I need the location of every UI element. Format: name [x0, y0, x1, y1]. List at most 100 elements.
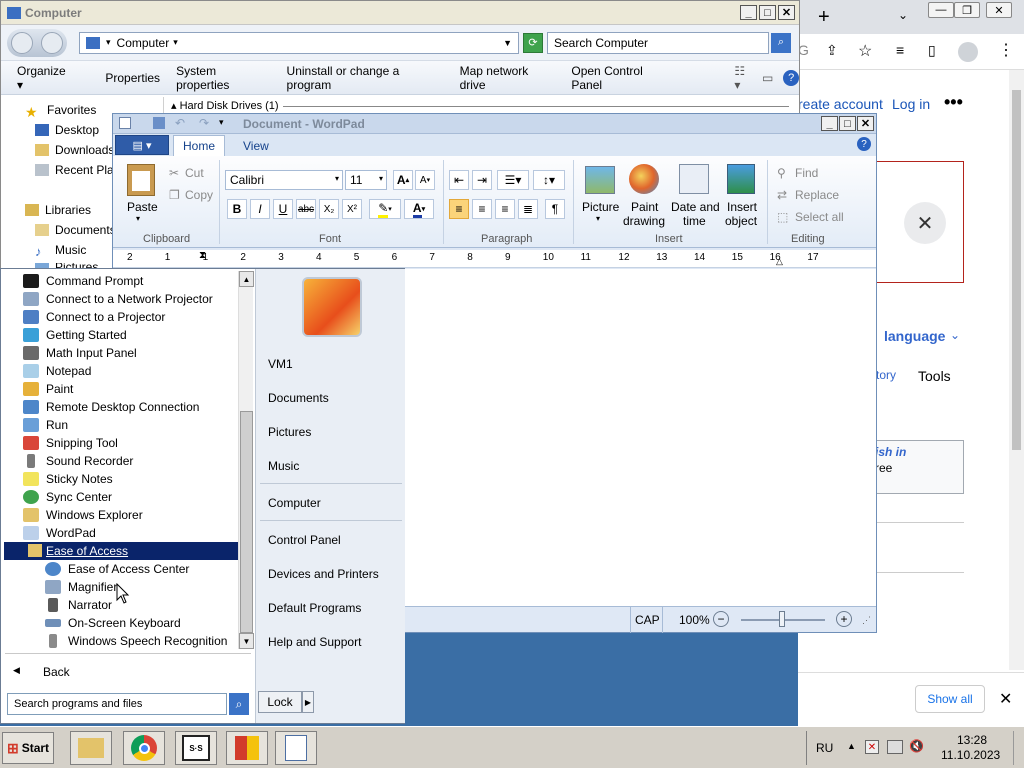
more-icon[interactable]: •••	[944, 92, 963, 113]
close-button[interactable]: ✕	[778, 5, 795, 20]
show-desktop-button[interactable]	[1013, 731, 1024, 765]
clock-date[interactable]: 11.10.2023	[941, 748, 1000, 762]
open-control-panel-button[interactable]: Open Control Panel	[571, 64, 674, 92]
align-left-button[interactable]: ≡	[449, 199, 469, 219]
search-programs-input[interactable]: Search programs and files	[7, 693, 227, 715]
bookmark-star-icon[interactable]: ☆	[858, 41, 872, 61]
text-color-button[interactable]: A ▾	[404, 199, 434, 219]
new-tab-button[interactable]: +	[818, 6, 830, 29]
tab-view[interactable]: View	[243, 139, 269, 153]
taskbar-explorer[interactable]	[70, 731, 112, 765]
taskbar-control-panel[interactable]	[226, 731, 268, 765]
zoom-slider-thumb[interactable]	[779, 611, 785, 627]
zoom-in-icon[interactable]: +	[836, 611, 852, 627]
default-programs-link[interactable]: Default Programs	[268, 601, 361, 615]
program-item[interactable]: Sync Center	[23, 488, 112, 506]
program-item[interactable]: Getting Started	[23, 326, 127, 344]
program-item[interactable]: Snipping Tool	[23, 434, 118, 452]
highlight-color-button[interactable]: ✎ ▾	[369, 199, 401, 219]
control-panel-link[interactable]: Control Panel	[268, 533, 341, 547]
start-button[interactable]: ⊞ Start	[2, 732, 54, 764]
paint-palette-icon[interactable]	[629, 164, 659, 194]
tools-menu[interactable]: Tools	[918, 368, 951, 384]
ease-of-access-folder[interactable]: Ease of Access	[4, 542, 238, 560]
music-link[interactable]: Music	[268, 459, 299, 473]
left-indent-marker[interactable]: ⧗	[199, 250, 206, 261]
date-time-line1[interactable]: Date and	[671, 200, 720, 214]
strikethrough-button[interactable]: abc	[296, 199, 316, 219]
nav-libraries[interactable]: Libraries	[25, 203, 91, 217]
nav-recent-places[interactable]: Recent Plac	[35, 163, 120, 177]
program-item[interactable]: Sticky Notes	[23, 470, 113, 488]
minimize-button[interactable]: —	[928, 2, 954, 18]
shutdown-options-arrow-icon[interactable]: ▶	[302, 691, 314, 713]
shrink-font-button[interactable]: A ▾	[415, 170, 435, 190]
superscript-button[interactable]: X²	[342, 199, 362, 219]
nav-music[interactable]: ♪ Music	[35, 243, 86, 259]
justify-button[interactable]: ≣	[518, 199, 538, 219]
language-indicator[interactable]: RU	[816, 741, 833, 755]
devices-printers-link[interactable]: Devices and Printers	[268, 567, 379, 581]
create-account-link[interactable]: reate account	[798, 96, 883, 112]
program-item[interactable]: Run	[23, 416, 68, 434]
program-item[interactable]: Remote Desktop Connection	[23, 398, 199, 416]
close-button[interactable]: ✕	[857, 116, 874, 131]
program-item[interactable]: Paint	[23, 380, 73, 398]
insert-object-icon[interactable]	[727, 164, 755, 194]
search-computer-input[interactable]: Search Computer	[547, 31, 769, 54]
copy-button[interactable]: Copy	[185, 188, 213, 202]
font-family-select[interactable]: Calibri ▾	[225, 170, 343, 190]
maximize-button[interactable]: ❐	[954, 2, 980, 18]
right-indent-marker[interactable]: △	[776, 256, 783, 267]
preview-pane-icon[interactable]: ▭	[762, 71, 773, 85]
ruler[interactable]: 2 1 1 2 3 4 5 6 7 8 9 10 11 12 13 14 15 16 17 ⧗ △	[113, 250, 876, 268]
program-item[interactable]: On-Screen Keyboard	[45, 614, 181, 632]
search-icon[interactable]: ⌕	[771, 32, 791, 53]
select-all-button[interactable]: Select all	[795, 210, 844, 224]
font-size-select[interactable]: 11 ▾	[345, 170, 387, 190]
show-all-button[interactable]: Show all	[915, 685, 985, 713]
program-item[interactable]: Ease of Access Center	[45, 560, 189, 578]
program-item[interactable]: Command Prompt	[23, 272, 143, 290]
side-panel-icon[interactable]: ▯	[928, 42, 936, 59]
tab-home[interactable]: Home	[173, 135, 225, 156]
insert-object-line1[interactable]: Insert	[727, 200, 757, 214]
help-icon[interactable]: ?	[857, 137, 871, 151]
italic-button[interactable]: I	[250, 199, 270, 219]
underline-button[interactable]: U	[273, 199, 293, 219]
program-item[interactable]: Connect to a Network Projector	[23, 290, 213, 308]
bullets-button[interactable]: ☰▾	[497, 170, 529, 190]
nav-downloads[interactable]: Downloads	[35, 143, 114, 157]
map-network-drive-button[interactable]: Map network drive	[460, 64, 556, 92]
close-download-bar-icon[interactable]: ✕	[999, 689, 1012, 709]
chrome-menu-icon[interactable]: ⋮	[998, 40, 1014, 60]
cut-button[interactable]: Cut	[185, 166, 204, 180]
align-center-button[interactable]: ≡	[472, 199, 492, 219]
help-support-link[interactable]: Help and Support	[268, 635, 361, 649]
share-icon[interactable]: ⇪	[826, 42, 838, 59]
back-arrow-icon[interactable]	[11, 31, 33, 54]
close-button[interactable]: ✕	[986, 2, 1012, 18]
program-list-scrollbar[interactable]: ▲ ▼	[238, 271, 254, 649]
scrollbar-thumb[interactable]	[240, 411, 253, 633]
login-link[interactable]: Log in	[892, 96, 930, 112]
taskbar-wordpad[interactable]	[275, 731, 317, 765]
program-item[interactable]: Windows Explorer	[23, 506, 143, 524]
computer-link[interactable]: Computer	[268, 496, 321, 510]
scroll-up-icon[interactable]: ▲	[239, 271, 254, 287]
paste-button[interactable]: Paste	[127, 200, 158, 214]
taskbar-sas[interactable]: S·S	[175, 731, 217, 765]
grow-font-button[interactable]: A ▴	[393, 170, 413, 190]
picture-icon[interactable]	[585, 166, 615, 194]
paint-drawing-line1[interactable]: Paint	[631, 200, 658, 214]
maximize-button[interactable]: □	[839, 116, 856, 131]
reading-list-icon[interactable]: ≡	[896, 42, 904, 58]
back-button[interactable]: ◀ Back	[5, 661, 251, 683]
picture-button[interactable]: Picture	[582, 200, 619, 214]
program-item[interactable]: WordPad	[23, 524, 96, 542]
search-icon[interactable]: ⌕	[229, 693, 249, 715]
tab-search-icon[interactable]: ⌄	[898, 8, 908, 22]
zoom-out-icon[interactable]: −	[713, 611, 729, 627]
dismiss-close-icon[interactable]: ✕	[904, 202, 946, 244]
refresh-icon[interactable]: ⟳	[523, 32, 543, 53]
